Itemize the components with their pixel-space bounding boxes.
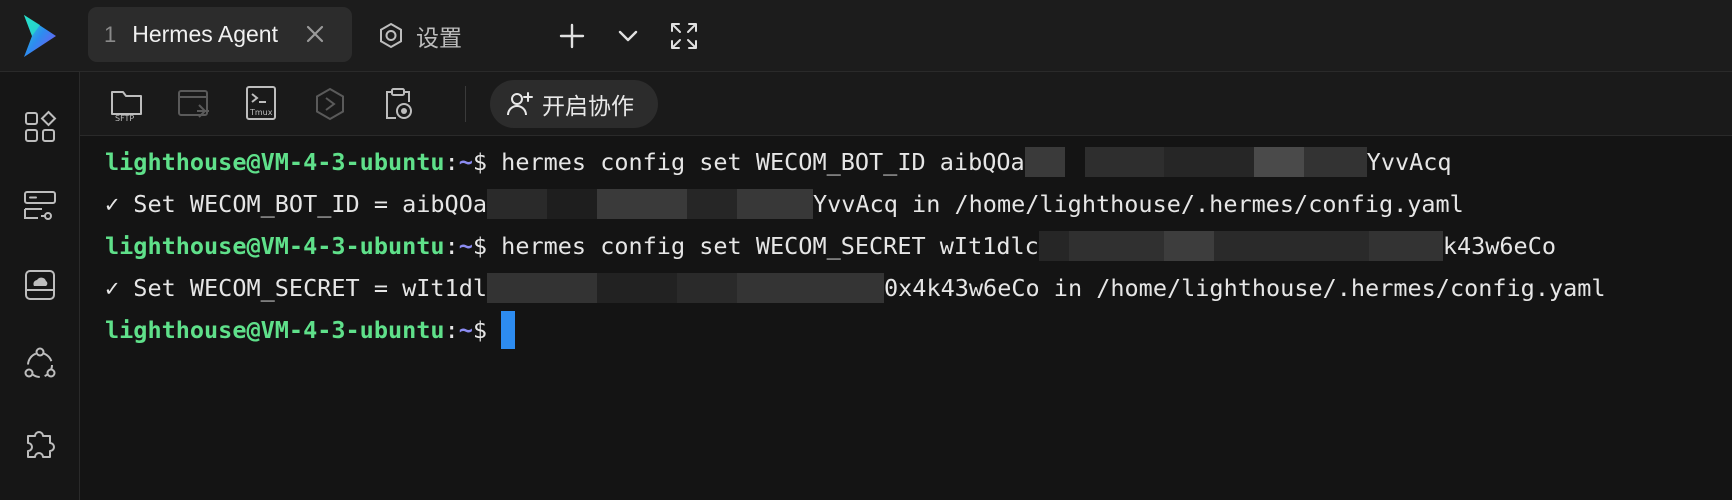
app-logo [20,13,60,59]
output-text-end: YvvAcq in /home/lighthouse/.hermes/confi… [813,190,1464,218]
tab-settings[interactable]: 设置 [376,16,462,56]
prompt-user: lighthouse@VM-4-3-ubuntu [105,148,445,176]
vscode-button[interactable] [172,82,216,126]
redacted-block [487,272,885,303]
gear-icon [380,22,402,49]
left-sidebar [0,72,80,500]
collaboration-label: 开启协作 [542,93,634,119]
puzzle-icon[interactable] [20,424,60,464]
fullscreen-icon[interactable] [666,18,702,54]
code-window-icon [178,90,209,118]
tab-hermes-agent[interactable]: 1 Hermes Agent [88,7,352,62]
hexagon-logo-icon [316,87,344,121]
terminal-toolbar: SFTP Tmux 开启协作 [80,72,1732,136]
redacted-block [1024,146,1124,177]
terminal-line: lighthouse@VM-4-3-ubuntu:~$ hermes confi… [105,225,1732,267]
terminal-line: lighthouse@VM-4-3-ubuntu:~$ hermes confi… [105,141,1732,183]
record-button[interactable] [376,82,420,126]
close-icon[interactable] [302,21,328,47]
chevron-down-icon[interactable] [610,18,646,54]
apps-grid-icon[interactable] [20,107,60,147]
sftp-button[interactable]: SFTP [106,82,150,126]
tmux-label: Tmux [249,108,273,117]
collaboration-button[interactable]: 开启协作 [490,80,658,128]
terminal-line: ✓ Set WECOM_BOT_ID = aibQOa YvvAcq in /ho… [105,183,1732,225]
redacted-block [1123,146,1367,177]
redacted-block [487,188,814,219]
redacted-block [1038,230,1443,261]
terminal-output[interactable]: lighthouse@VM-4-3-ubuntu:~$ hermes confi… [80,136,1732,500]
clipboard-record-icon [386,88,412,119]
output-text: ✓ Set WECOM_SECRET = wIt1dl [105,274,488,302]
output-text: ✓ Set WECOM_BOT_ID = aibQOa [105,190,488,218]
prompt-user: lighthouse@VM-4-3-ubuntu [105,232,445,260]
tmux-button[interactable]: Tmux [240,82,284,126]
terminal-line: ✓ Set WECOM_SECRET = wIt1dl 0x4k43w6eCo i… [105,267,1732,309]
prompt-separator: : [444,316,459,344]
command-text-end: YvvAcq [1366,148,1452,176]
tab-number: 1 [104,21,117,47]
prompt-dollar: $ [472,232,488,260]
toolbar-divider [465,86,466,122]
server-list-icon[interactable] [20,186,60,226]
prompt-path: ~ [458,316,473,344]
prompt-path: ~ [458,232,473,260]
tab-title: Hermes Agent [132,21,278,47]
prompt-separator: : [444,148,459,176]
prompt-separator: : [444,232,459,260]
prompt-dollar: $ [472,148,488,176]
folder-icon: SFTP [111,91,142,123]
assistant-button[interactable] [308,82,352,126]
terminal-icon: Tmux [246,86,276,120]
top-tab-bar: 1 Hermes Agent 设置 [0,0,1732,72]
sftp-label: SFTP [115,114,134,123]
terminal-cursor [501,310,516,349]
output-text-end: 0x4k43w6eCo in /home/lighthouse/.hermes/… [884,274,1606,302]
prompt-dollar: $ [472,316,488,344]
prompt-path: ~ [458,148,473,176]
plus-icon[interactable] [554,18,590,54]
prompt-user: lighthouse@VM-4-3-ubuntu [105,316,445,344]
terminal-line: lighthouse@VM-4-3-ubuntu:~$ [105,309,1732,351]
cloud-drive-icon[interactable] [20,265,60,305]
tab-settings-label: 设置 [416,25,462,51]
command-text: hermes config set WECOM_BOT_ID aibQOa [487,148,1025,176]
command-text-end: k43w6eCo [1442,232,1556,260]
add-user-icon [507,92,533,116]
share-nodes-icon[interactable] [20,345,60,385]
command-text: hermes config set WECOM_SECRET wIt1dlc [487,232,1039,260]
